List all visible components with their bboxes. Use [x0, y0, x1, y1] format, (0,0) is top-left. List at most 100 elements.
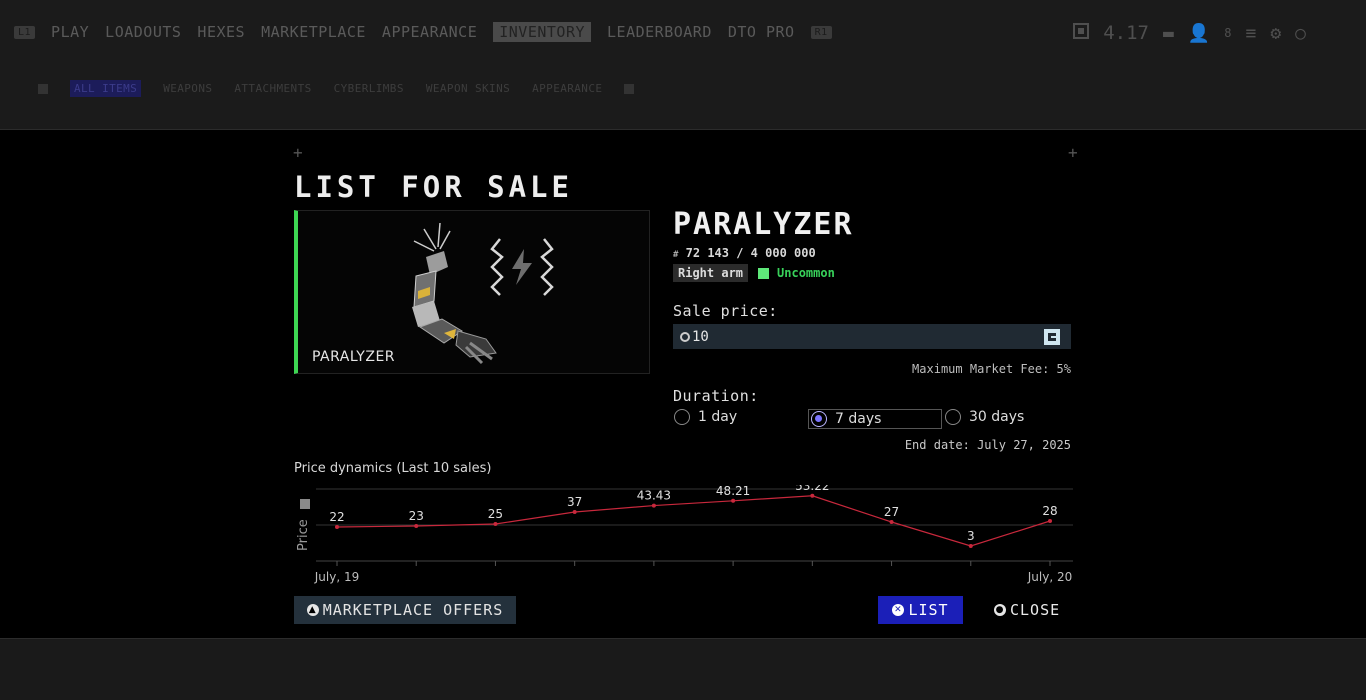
- duration-option-label: 30 days: [969, 409, 1025, 425]
- data-point: [968, 544, 973, 548]
- party-count: 8: [1224, 26, 1232, 40]
- coin-icon: [680, 331, 690, 342]
- gear-icon[interactable]: ⚙: [1270, 23, 1281, 44]
- data-point: [493, 522, 498, 526]
- tab-weapon-skins[interactable]: WEAPON SKINS: [426, 82, 510, 95]
- nav-item-hexes[interactable]: HEXES: [197, 23, 245, 41]
- radio-checked-icon[interactable]: [811, 411, 827, 427]
- data-label: 28: [1042, 504, 1057, 518]
- duration-option-30-days[interactable]: 30 days: [945, 409, 1024, 425]
- currency-bar: 4.17 ▬ 👤 8 ≡ ⚙ ○: [1073, 22, 1306, 44]
- data-label: 53.22: [795, 485, 829, 493]
- nav-item-marketplace[interactable]: MARKETPLACE: [261, 23, 366, 41]
- nav-item-inventory[interactable]: INVENTORY: [493, 22, 592, 42]
- data-label: 27: [884, 505, 899, 519]
- chart-title: Price dynamics (Last 10 sales): [294, 461, 492, 476]
- data-point: [889, 520, 894, 524]
- marketplace-offers-label: MARKETPLACE OFFERS: [322, 601, 504, 619]
- duration-option-1-day[interactable]: 1 day: [674, 409, 737, 425]
- background-app-header: L1 PLAY LOADOUTS HEXES MARKETPLACE APPEA…: [0, 0, 1366, 130]
- currency-logo-icon: [1043, 328, 1061, 350]
- inventory-filter-tabs: ALL ITEMS WEAPONS ATTACHMENTS CYBERLIMBS…: [38, 80, 635, 97]
- price-chart: Price 22 23 25 37 43.43 48.21 53.22 27 3 28 July, 1…: [296, 485, 1073, 584]
- tab-cyberlimbs[interactable]: CYBERLIMBS: [334, 82, 404, 95]
- nav-item-leaderboard[interactable]: LEADERBOARD: [607, 23, 712, 41]
- menu-icon[interactable]: ≡: [1245, 23, 1256, 44]
- x-tick-label: July, 19: [314, 570, 359, 584]
- marketplace-offers-button[interactable]: ▲ MARKETPLACE OFFERS: [294, 596, 516, 624]
- rarity-label: Uncommon: [777, 266, 835, 280]
- cross-button-icon: ✕: [892, 604, 905, 616]
- radio-icon[interactable]: [674, 409, 690, 425]
- background-app-footer: [0, 638, 1366, 700]
- card-item-name: PARALYZER: [312, 349, 396, 365]
- party-icon[interactable]: 👤: [1188, 23, 1210, 44]
- tab-attachments[interactable]: ATTACHMENTS: [234, 82, 311, 95]
- serial-number: 72 143 / 4 000 000: [685, 246, 816, 260]
- data-label: 25: [488, 507, 503, 521]
- electric-effect-icon: [490, 238, 554, 296]
- triangle-button-icon: ▲: [306, 604, 319, 616]
- corner-plus-icon: +: [1068, 143, 1078, 162]
- list-label: LIST: [908, 601, 949, 619]
- data-point: [572, 510, 577, 514]
- nav-right-key: R1: [810, 25, 832, 39]
- filter-right-key-icon: [624, 83, 635, 94]
- data-label: 48.21: [716, 485, 750, 498]
- end-date: End date: July 27, 2025: [904, 438, 1071, 452]
- data-point: [810, 493, 815, 498]
- modal-title: LIST FOR SALE: [294, 170, 573, 204]
- duration-label: Duration:: [673, 387, 759, 405]
- close-label: CLOSE: [1010, 601, 1061, 619]
- currency-logo-icon: [300, 499, 310, 509]
- item-preview-card: PARALYZER: [294, 210, 650, 374]
- x-tick-label: July, 20: [1027, 570, 1072, 584]
- duration-option-7-days[interactable]: 7 days: [808, 409, 943, 429]
- data-label: 43.43: [637, 489, 671, 503]
- data-point: [651, 503, 656, 508]
- power-icon[interactable]: ○: [1295, 23, 1306, 44]
- rarity-badge: Uncommon: [758, 266, 835, 280]
- tab-weapons[interactable]: WEAPONS: [163, 82, 212, 95]
- data-label: 37: [567, 495, 582, 509]
- selected-option-frame: 7 days: [808, 409, 943, 429]
- list-button[interactable]: ✕ LIST: [878, 596, 963, 624]
- filter-left-key-icon: [38, 83, 48, 94]
- data-point: [335, 525, 339, 529]
- item-tags: Right arm Uncommon: [673, 264, 835, 282]
- duration-option-label: 7 days: [835, 411, 882, 427]
- radio-icon[interactable]: [945, 409, 961, 425]
- y-axis-label: Price: [296, 519, 311, 551]
- chat-icon[interactable]: ▬: [1163, 23, 1174, 44]
- data-point: [731, 498, 736, 503]
- data-point: [414, 524, 419, 528]
- circle-button-icon: ●: [994, 604, 1006, 616]
- nav-item-appearance[interactable]: APPEARANCE: [382, 23, 477, 41]
- currency-icon: [1073, 22, 1090, 44]
- corner-plus-icon: +: [293, 143, 303, 162]
- nav-left-key: L1: [14, 25, 36, 39]
- price-series-line: [336, 495, 1051, 547]
- data-label: 3: [967, 529, 975, 543]
- tab-appearance[interactable]: APPEARANCE: [532, 82, 602, 95]
- sale-price-label: Sale price:: [673, 302, 778, 320]
- data-label: 23: [409, 509, 424, 523]
- main-nav: L1 PLAY LOADOUTS HEXES MARKETPLACE APPEA…: [14, 22, 832, 42]
- duration-option-label: 1 day: [698, 409, 738, 425]
- nav-item-play[interactable]: PLAY: [51, 23, 89, 41]
- market-fee-note: Maximum Market Fee: 5%: [912, 362, 1071, 376]
- hash-icon: #: [673, 250, 679, 260]
- slot-badge: Right arm: [673, 264, 749, 282]
- sale-price-input[interactable]: [690, 327, 1014, 346]
- currency-amount: 4.17: [1103, 22, 1149, 44]
- rarity-square-icon: [758, 267, 770, 279]
- nav-item-dto-pro[interactable]: DTO PRO: [728, 23, 795, 41]
- nav-item-loadouts[interactable]: LOADOUTS: [105, 23, 181, 41]
- data-label: 22: [329, 510, 344, 524]
- item-serial: # 72 143 / 4 000 000: [673, 246, 816, 260]
- item-name: PARALYZER: [673, 207, 854, 242]
- close-button[interactable]: ● CLOSE: [994, 596, 1060, 624]
- sale-price-field[interactable]: [673, 324, 1071, 349]
- data-point: [1048, 519, 1052, 523]
- tab-all-items[interactable]: ALL ITEMS: [70, 80, 142, 97]
